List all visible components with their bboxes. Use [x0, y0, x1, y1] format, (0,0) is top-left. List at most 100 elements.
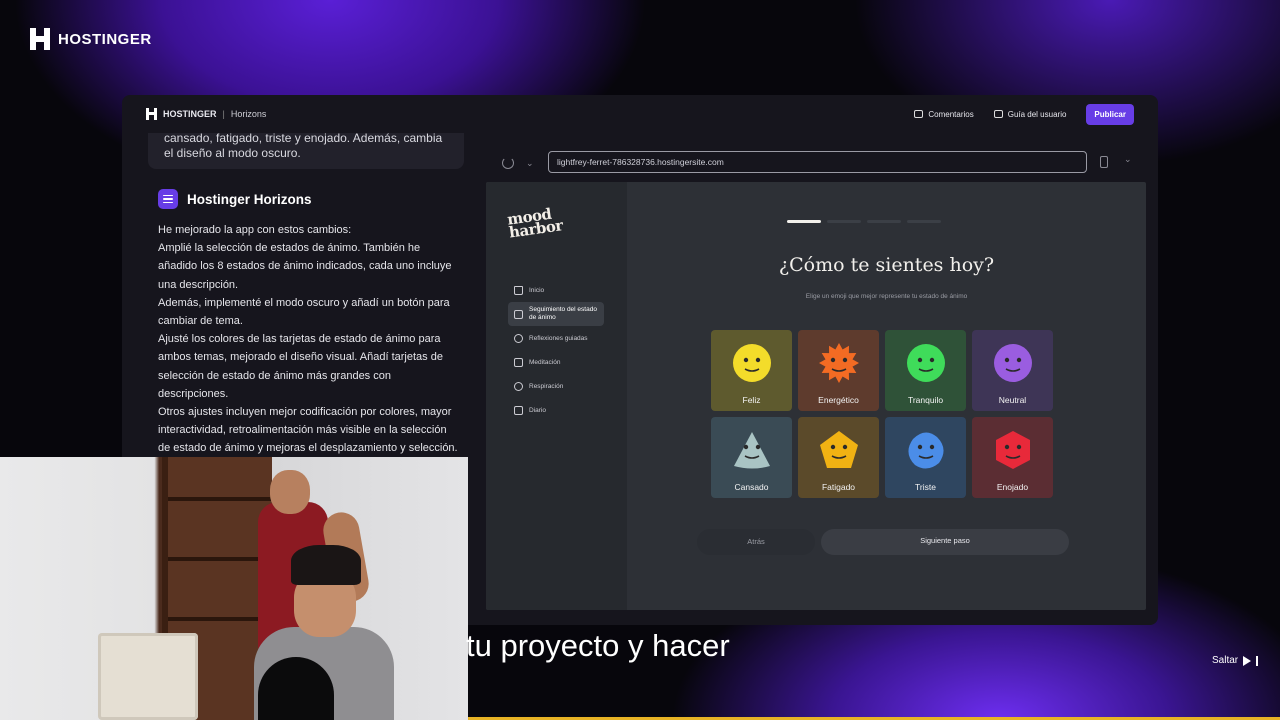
- skip-play-icon: [1243, 655, 1252, 666]
- sidebar-item-label: Diario: [529, 406, 546, 414]
- sidebar-item[interactable]: Meditación: [508, 350, 604, 374]
- hostinger-logo-icon: [30, 28, 50, 50]
- user-guide-label: Guía del usuario: [1007, 109, 1067, 119]
- brand-name: HOSTINGER: [58, 30, 152, 48]
- reload-icon[interactable]: [502, 157, 514, 169]
- reply-line: Además, implementé el modo oscuro y añad…: [158, 296, 450, 328]
- chair: [98, 633, 198, 720]
- sparkle-icon: [514, 333, 523, 343]
- wind-icon: [514, 381, 523, 391]
- comment-icon: [914, 110, 924, 118]
- journal-icon: [514, 405, 523, 415]
- mood-emoji-icon: [731, 342, 773, 384]
- mood-question-subheading: Elige un emoji que mejor represente tu e…: [805, 293, 968, 300]
- step-progress: [787, 220, 947, 223]
- sidebar-item-label: Inicio: [529, 286, 545, 294]
- sidebar-item-label: Meditación: [529, 358, 561, 366]
- mood-card-label: Tranquilo: [907, 395, 944, 405]
- mood-check-main: ¿Cómo te sientes hoy? Elige un emoji que…: [627, 182, 1146, 610]
- mood-question-heading: ¿Cómo te sientes hoy?: [778, 254, 995, 276]
- mood-card[interactable]: Cansado: [711, 417, 792, 498]
- reply-line: Otros ajustes incluyen mejor codificació…: [158, 406, 458, 455]
- progress-segment: [867, 220, 901, 223]
- scale-icon: [514, 357, 523, 367]
- reply-line: He mejorado la app con estos cambios:: [158, 224, 352, 236]
- mood-card[interactable]: Feliz: [711, 330, 792, 411]
- mood-emoji-icon: [818, 429, 860, 471]
- mood-emoji-icon: [905, 342, 947, 384]
- mood-card[interactable]: Tranquilo: [885, 330, 966, 411]
- sidebar-item-label: Reflexiones guiadas: [529, 334, 588, 342]
- video-frame: HOSTINGER HOSTINGER | Horizons Comentari…: [0, 0, 1280, 720]
- horizons-avatar-icon: [158, 189, 178, 209]
- sidebar-item[interactable]: Diario: [508, 398, 604, 422]
- mood-card-label: Neutral: [998, 395, 1027, 405]
- mood-harbor-logo[interactable]: mood harbor: [506, 205, 564, 242]
- mood-card-label: Cansado: [734, 482, 769, 492]
- assistant-name: Hostinger Horizons: [187, 191, 312, 207]
- skip-bar-icon: [1256, 655, 1259, 666]
- app-brand-name: HOSTINGER: [163, 109, 217, 119]
- progress-segment: [787, 220, 821, 223]
- video-subtitle: tu proyecto y hacer: [466, 628, 730, 663]
- mood-harbor-site: mood harbor Inicio Seguimiento del estado…: [486, 182, 1146, 610]
- comments-label: Comentarios: [928, 109, 974, 119]
- sidebar-item[interactable]: Reflexiones guiadas: [508, 326, 604, 350]
- mood-card[interactable]: Neutral: [972, 330, 1053, 411]
- app-brand: HOSTINGER | Horizons: [146, 108, 266, 120]
- progress-segment: [827, 220, 861, 223]
- skip-button[interactable]: Saltar: [1212, 655, 1259, 666]
- comments-button[interactable]: Comentarios: [914, 109, 974, 119]
- mood-card-grid: Feliz Energético Tranquilo Neutral Cansa…: [711, 330, 1057, 498]
- logo-line-2: harbor: [507, 216, 564, 242]
- site-preview-panel: ⌄ lightfrey-ferret-786328736.hostingersi…: [474, 133, 1158, 625]
- mood-card-label: Fatigado: [821, 482, 856, 492]
- reply-line: Amplié la selección de estados de ánimo.…: [158, 242, 452, 291]
- mood-emoji-icon: [905, 429, 947, 471]
- reply-line: Ajusté los colores de las tarjetas de es…: [158, 333, 443, 400]
- assistant-header: Hostinger Horizons: [158, 189, 312, 209]
- device-chevron-icon[interactable]: ⌄: [1124, 154, 1132, 165]
- user-guide-link[interactable]: Guía del usuario: [993, 109, 1067, 119]
- app-topbar: HOSTINGER | Horizons Comentarios Guía de…: [122, 95, 1158, 133]
- mobile-device-icon[interactable]: [1100, 156, 1108, 168]
- user-message-bubble: cansado, fatigado, triste y enojado. Ade…: [148, 133, 464, 169]
- mood-card-label: Triste: [915, 482, 936, 492]
- chevron-down-icon[interactable]: ⌄: [526, 158, 534, 169]
- preview-toolbar: ⌄ lightfrey-ferret-786328736.hostingersi…: [488, 151, 1148, 175]
- skip-label: Saltar: [1212, 655, 1239, 666]
- external-link-icon: [993, 110, 1003, 118]
- mood-card[interactable]: Energético: [798, 330, 879, 411]
- publish-button[interactable]: Publicar: [1086, 103, 1134, 125]
- mood-emoji-icon: [818, 342, 860, 384]
- mood-emoji-icon: [992, 429, 1034, 471]
- back-button[interactable]: Atrás: [697, 529, 815, 555]
- site-sidebar: mood harbor Inicio Seguimiento del estado…: [486, 182, 627, 610]
- site-nav: Inicio Seguimiento del estado de ánimo Ref…: [508, 278, 604, 422]
- mood-card[interactable]: Triste: [885, 417, 966, 498]
- mood-emoji-icon: [992, 342, 1034, 384]
- assistant-reply: He mejorado la app con estos cambios: Am…: [158, 221, 458, 458]
- preview-url-field[interactable]: lightfrey-ferret-786328736.hostingersite…: [548, 151, 1087, 173]
- sidebar-item-label: Seguimiento del estado de ánimo: [529, 306, 597, 321]
- next-step-button[interactable]: Siguiente paso: [821, 529, 1069, 555]
- hostinger-mini-logo-icon: [146, 108, 157, 120]
- progress-segment: [907, 220, 941, 223]
- mood-card-label: Enojado: [996, 482, 1029, 492]
- brand-separator: |: [222, 109, 225, 119]
- sidebar-item[interactable]: Seguimiento del estado de ánimo: [508, 302, 604, 326]
- mood-card-label: Feliz: [742, 395, 761, 405]
- topbar-actions: Comentarios Guía del usuario Publicar: [914, 103, 1134, 125]
- product-name: Horizons: [230, 109, 267, 119]
- mood-card[interactable]: Fatigado: [798, 417, 879, 498]
- webcam-overlay: [0, 457, 468, 720]
- mood-emoji-icon: [731, 429, 773, 471]
- hostinger-brand: HOSTINGER: [30, 28, 152, 50]
- mood-card-label: Energético: [818, 395, 859, 405]
- sidebar-item[interactable]: Respiración: [508, 374, 604, 398]
- home-icon: [514, 285, 523, 295]
- mood-card[interactable]: Enojado: [972, 417, 1053, 498]
- scan-face-icon: [514, 309, 523, 319]
- sidebar-item-label: Respiración: [529, 382, 564, 390]
- sidebar-item[interactable]: Inicio: [508, 278, 604, 302]
